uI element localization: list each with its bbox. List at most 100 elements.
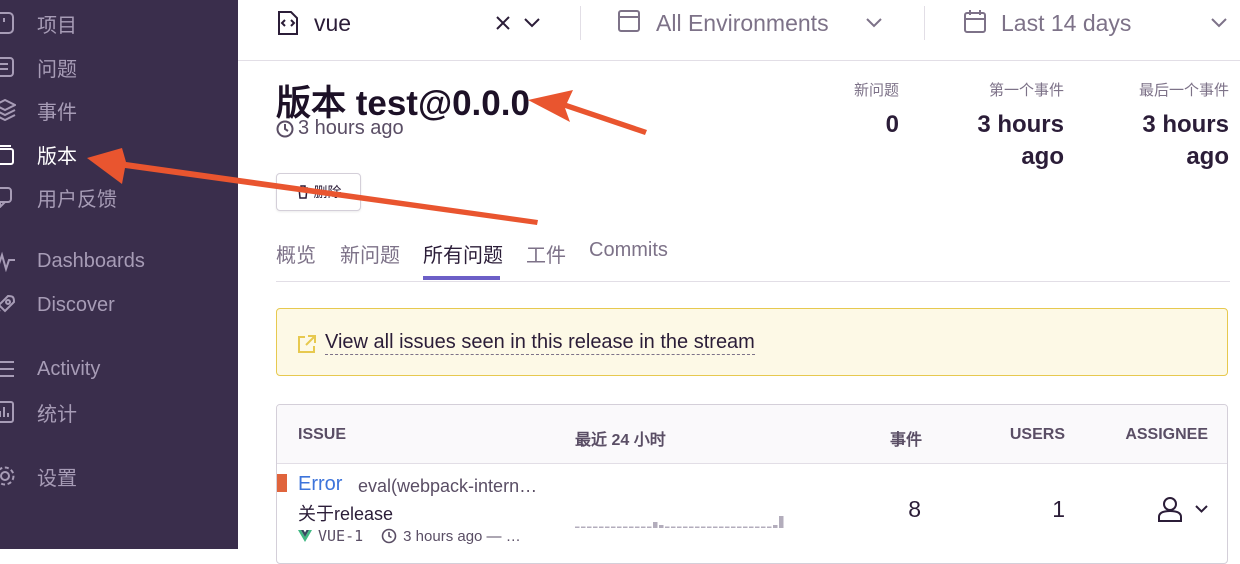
sparkline-bar	[581, 526, 586, 528]
sparkline-bar	[773, 525, 778, 528]
sidebar-item-stats[interactable]: 统计	[0, 392, 238, 432]
release-tabs: 概览 新问题 所有问题 工件 Commits	[276, 231, 1230, 282]
top-bar: vue All Environments Last 14 days	[238, 0, 1240, 61]
sidebar-item-label: 版本	[37, 145, 77, 168]
sparkline-bar	[719, 526, 724, 528]
sparkline-bar	[779, 516, 784, 528]
delete-button-label: 删除	[313, 184, 342, 200]
sidebar-item-issues[interactable]: 问题	[0, 47, 238, 87]
sparkline-bar	[659, 525, 664, 528]
stat-value-line: ago	[1186, 143, 1229, 170]
sidebar-item-activity[interactable]: Activity	[0, 349, 238, 389]
project-selector[interactable]: vue	[314, 10, 351, 37]
issues-table: ISSUE 最近 24 小时 事件 USERS ASSIGNEE Error e…	[276, 404, 1228, 564]
info-alert: View all issues seen in this release in …	[276, 308, 1228, 376]
user-icon	[1158, 497, 1182, 522]
settings-icon	[0, 466, 15, 486]
sidebar-item-settings[interactable]: 设置	[0, 456, 238, 496]
sparkline-bar	[671, 526, 676, 528]
sparkline-bar	[713, 526, 718, 528]
calendar-icon	[964, 10, 986, 33]
issue-event-count: 8	[908, 496, 921, 522]
sidebar-item-discover[interactable]: Discover	[0, 285, 238, 325]
releases-icon	[0, 145, 14, 165]
sidebar-item-releases[interactable]: 版本	[0, 134, 238, 174]
divider	[580, 6, 581, 40]
sparkline-bar	[641, 526, 646, 528]
issue-type-link[interactable]: Error	[298, 473, 342, 496]
sidebar-item-label: Dashboards	[37, 249, 145, 272]
issue-culprit: 关于release	[298, 504, 394, 524]
sparkline-bar	[695, 526, 700, 528]
event-sparkline	[575, 516, 784, 528]
sidebar-item-dashboards[interactable]: Dashboards	[0, 241, 238, 281]
stat-value-line: 3 hours	[977, 111, 1064, 138]
clear-icon[interactable]	[496, 16, 510, 30]
sidebar-item-label: Activity	[37, 357, 101, 380]
sparkline-bar	[755, 526, 760, 528]
sidebar-item-label: 设置	[37, 467, 77, 490]
sparkline-bar	[683, 526, 688, 528]
code-file-icon	[278, 11, 298, 35]
chevron-down-icon	[1195, 505, 1208, 513]
feedback-icon	[0, 187, 12, 208]
table-row[interactable]: Error eval(webpack-internal:/// 关于releas…	[277, 464, 1227, 563]
sparkline-bar	[593, 526, 598, 528]
chevron-down-icon[interactable]	[1211, 18, 1227, 28]
trash-icon	[297, 185, 308, 199]
sparkline-bar	[605, 526, 610, 528]
sparkline-bar	[707, 526, 712, 528]
assignee-selector[interactable]	[1157, 496, 1208, 522]
sidebar-item-label: 用户反馈	[37, 188, 117, 211]
table-header: ISSUE 最近 24 小时 事件 USERS ASSIGNEE	[277, 405, 1227, 464]
project-icon	[0, 12, 14, 34]
sparkline-bar	[647, 526, 652, 528]
sparkline-bar	[665, 526, 670, 528]
issue-meta: VUE-1 3 hours ago — …	[298, 527, 521, 545]
column-header-users: USERS	[1009, 426, 1065, 443]
stat-value-last-event: 3 hours ago	[1142, 109, 1229, 173]
issue-user-count: 1	[1052, 496, 1065, 522]
sidebar-item-label: Discover	[37, 293, 115, 316]
sidebar-item-label: 项目	[37, 14, 77, 37]
chevron-down-icon[interactable]	[866, 18, 882, 28]
issue-time: 3 hours ago — …	[403, 527, 521, 545]
sidebar-item-user-feedback[interactable]: 用户反馈	[0, 177, 238, 217]
sidebar-item-events[interactable]: 事件	[0, 90, 238, 130]
tab-new-issues[interactable]: 新问题	[340, 239, 400, 268]
sparkline-bar	[737, 526, 742, 528]
tab-artifacts[interactable]: 工件	[526, 239, 566, 268]
tab-all-issues[interactable]: 所有问题	[423, 239, 503, 268]
activity-icon	[0, 361, 14, 377]
active-tab-indicator	[423, 276, 500, 280]
sparkline-bar	[743, 526, 748, 528]
issues-icon	[0, 57, 14, 77]
stat-value-line: ago	[1021, 143, 1064, 170]
stat-value-line: 3 hours	[1142, 111, 1229, 138]
sparkline-bar	[623, 526, 628, 528]
divider	[924, 6, 925, 40]
tab-overview[interactable]: 概览	[276, 239, 316, 268]
tab-commits[interactable]: Commits	[589, 239, 668, 262]
environment-selector[interactable]: All Environments	[656, 10, 829, 37]
time-range-selector[interactable]: Last 14 days	[1001, 10, 1131, 37]
chevron-down-icon[interactable]	[524, 18, 540, 28]
sparkline-bar	[749, 526, 754, 528]
sidebar-item-label: 统计	[37, 403, 77, 426]
sidebar-item-label: 问题	[37, 58, 77, 81]
stream-link[interactable]: View all issues seen in this release in …	[325, 331, 755, 355]
sparkline-bar	[617, 526, 622, 528]
issue-short-id[interactable]: VUE-1	[318, 527, 363, 545]
column-header-issue: ISSUE	[298, 426, 347, 443]
sidebar-item-projects[interactable]: 项目	[0, 3, 238, 43]
clock-icon	[381, 528, 397, 544]
environment-icon	[618, 10, 640, 32]
delete-button[interactable]: 删除	[276, 173, 361, 211]
sparkline-bar	[701, 526, 706, 528]
stat-label-last-event: 最后一个事件	[1138, 82, 1229, 99]
sparkline-bar	[599, 526, 604, 528]
events-icon	[0, 99, 16, 121]
sparkline-bar	[767, 526, 772, 528]
clock-icon	[276, 120, 294, 137]
column-header-last-24h: 最近 24 小时	[575, 432, 666, 449]
